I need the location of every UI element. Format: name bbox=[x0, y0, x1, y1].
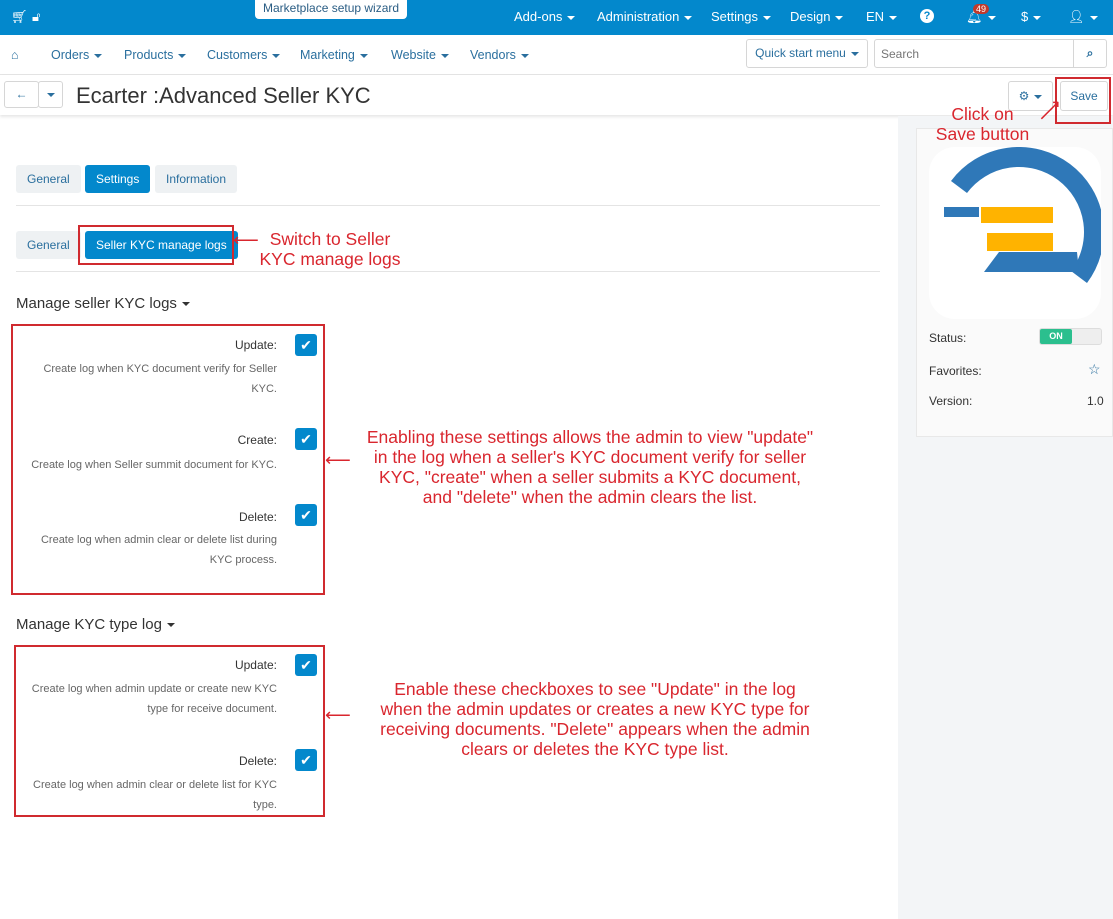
section-kyc-type-log[interactable]: Manage KYC type log bbox=[16, 616, 175, 633]
nav-orders[interactable]: Orders bbox=[51, 48, 103, 62]
nav-website[interactable]: Website bbox=[391, 48, 449, 62]
status-label: Status: bbox=[929, 331, 967, 345]
nav-label: Website bbox=[391, 48, 436, 62]
main-nav: ⌂ Orders Products Customers Marketing We… bbox=[0, 35, 1113, 75]
search-icon: ⌕ bbox=[1086, 46, 1094, 60]
unlock-icon[interactable]: 🔓︎ bbox=[32, 9, 40, 25]
search-input[interactable] bbox=[874, 39, 1074, 68]
section-title: Manage seller KYC logs bbox=[16, 295, 177, 312]
subtab-highlight bbox=[78, 225, 234, 265]
tab-general[interactable]: General bbox=[16, 165, 81, 193]
nav-customers[interactable]: Customers bbox=[207, 48, 281, 62]
menu-administration[interactable]: Administration bbox=[597, 9, 693, 24]
menu-label: Settings bbox=[711, 9, 758, 24]
currency-menu[interactable]: $ bbox=[1021, 9, 1042, 24]
top-bar: 🛒︎ 🔓︎ Marketplace setup wizard Add-ons A… bbox=[0, 0, 1113, 35]
star-icon[interactable]: ☆ bbox=[1088, 361, 1101, 378]
section-seller-kyc-logs[interactable]: Manage seller KYC logs bbox=[16, 295, 190, 312]
save-annotation: Click on Save button bbox=[935, 104, 1030, 144]
version-label: Version: bbox=[929, 394, 973, 408]
page-title: Ecarter :Advanced Seller KYC bbox=[76, 83, 371, 108]
gear-icon: ⚙ bbox=[1018, 89, 1030, 103]
nav-marketing[interactable]: Marketing bbox=[300, 48, 368, 62]
tab-information[interactable]: Information bbox=[155, 165, 238, 193]
user-icon[interactable]: 👤︎ bbox=[1068, 9, 1098, 25]
nav-products[interactable]: Products bbox=[124, 48, 187, 62]
version-value: 1.0 bbox=[1087, 394, 1104, 408]
menu-label: Add-ons bbox=[514, 9, 563, 24]
quick-start-menu[interactable]: Quick start menu bbox=[746, 39, 868, 68]
favorites-label: Favorites: bbox=[929, 364, 982, 378]
divider bbox=[16, 205, 880, 206]
save-highlight bbox=[1055, 77, 1111, 124]
type-logs-highlight bbox=[14, 645, 325, 817]
switch-annotation: Switch to Seller KYC manage logs bbox=[259, 229, 401, 269]
nav-label: Vendors bbox=[470, 48, 516, 62]
arrow-left-icon: ⟵ bbox=[325, 705, 351, 725]
seller-logs-highlight bbox=[11, 324, 325, 595]
nav-label: Marketing bbox=[300, 48, 355, 62]
subtab-general[interactable]: General bbox=[16, 231, 81, 259]
addon-info-card: Status: ON Favorites: ☆ Version: 1.0 bbox=[916, 128, 1113, 437]
menu-label: $ bbox=[1021, 9, 1029, 24]
type-logs-annotation: Enable these checkboxes to see "Update" … bbox=[380, 679, 810, 759]
chevron-down-icon bbox=[46, 92, 55, 97]
nav-vendors[interactable]: Vendors bbox=[470, 48, 529, 62]
menu-settings[interactable]: Settings bbox=[711, 9, 771, 24]
notification-badge: 49 bbox=[973, 4, 990, 14]
status-on-label: ON bbox=[1040, 329, 1072, 344]
divider bbox=[16, 271, 880, 272]
menu-addons[interactable]: Add-ons bbox=[514, 9, 576, 24]
nav-label: Customers bbox=[207, 48, 268, 62]
menu-design[interactable]: Design bbox=[790, 9, 844, 24]
nav-label: Orders bbox=[51, 48, 90, 62]
seller-logs-annotation: Enabling these settings allows the admin… bbox=[366, 427, 814, 507]
section-title: Manage KYC type log bbox=[16, 616, 162, 633]
status-toggle[interactable]: ON bbox=[1039, 328, 1102, 345]
history-dropdown[interactable] bbox=[38, 81, 63, 108]
back-button[interactable]: ← bbox=[4, 81, 39, 108]
nav-label: Products bbox=[124, 48, 174, 62]
home-icon[interactable]: ⌂ bbox=[11, 48, 19, 62]
marketplace-wizard-button[interactable]: Marketplace setup wizard bbox=[255, 0, 408, 19]
help-icon[interactable]: ? bbox=[920, 9, 934, 23]
menu-label: Design bbox=[790, 9, 831, 24]
menu-label: Administration bbox=[597, 9, 680, 24]
menu-label: EN bbox=[866, 9, 885, 24]
search-button[interactable]: ⌕ bbox=[1073, 39, 1107, 68]
language-menu[interactable]: EN bbox=[866, 9, 898, 24]
tab-settings[interactable]: Settings bbox=[85, 165, 151, 193]
addon-logo bbox=[929, 147, 1104, 319]
cart-icon[interactable]: 🛒︎ bbox=[11, 9, 28, 25]
quick-start-label: Quick start menu bbox=[755, 46, 846, 60]
arrow-left-icon: ← bbox=[15, 87, 28, 101]
